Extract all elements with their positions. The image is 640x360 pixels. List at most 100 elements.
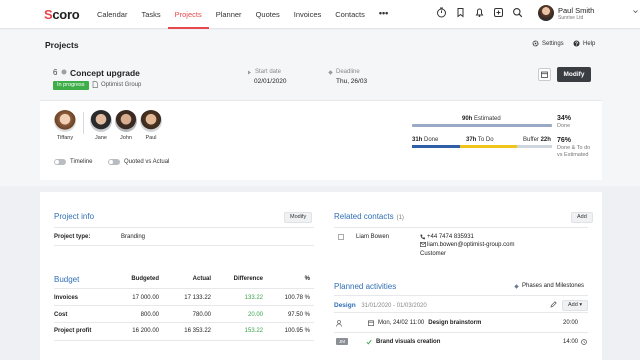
play-icon [248,70,251,74]
nav-item-projects[interactable]: Projects [167,0,209,29]
member-name: John [120,135,132,141]
quoted-vs-actual-toggle[interactable]: Quoted vs Actual [108,159,169,165]
contact-email[interactable]: liam.bowen@optimist-group.com [427,242,514,248]
done-todo-percent: 76% [557,137,572,144]
divider [54,227,314,228]
activity-time: 14:00 [563,339,579,345]
divider [54,288,314,289]
add-contact-button[interactable]: Add [571,212,593,223]
team-member[interactable]: Tiffany [50,110,80,141]
edit-icon[interactable] [550,301,557,308]
buffer-hours: Buffer 22h [523,137,551,143]
divider [334,295,588,296]
more-menu-button[interactable]: ••• [372,0,395,29]
phases-milestones-link[interactable]: Phases and Milestones [514,283,584,289]
clock-icon [581,339,587,345]
user-name: Paul Smith [558,6,595,15]
avatar [54,110,76,132]
calendar-icon [541,71,548,78]
buffer-segment [516,145,552,148]
nav-item-calendar[interactable]: Calendar [90,0,134,29]
activity-date: Mon, 24/02 11:00 [378,320,425,326]
scoro-logo[interactable]: Scoro [44,7,80,22]
budget-cell: 800.00 [140,312,159,318]
budget-header-percent: % [304,276,310,282]
help-label: Help [583,40,596,47]
budget-cell: 97.50 % [287,312,310,318]
start-date-value: 02/01/2020 [254,78,287,85]
activity-time: 20:00 [563,320,579,326]
done-hours: 31h Done [412,137,439,143]
toggle-label: Quoted vs Actual [124,159,170,165]
contact-name[interactable]: Liam Bowen [356,234,389,240]
nav-item-contacts[interactable]: Contacts [328,0,372,29]
add-activity-button[interactable]: Add ▾ [562,300,589,311]
settings-link[interactable]: Settings [532,40,564,47]
budget-header-budgeted: Budgeted [131,276,159,282]
calendar-icon [368,320,374,326]
check-icon[interactable] [366,339,372,345]
budget-cell: 16 200.00 [132,328,159,334]
bookmark-icon[interactable] [455,7,466,18]
diamond-icon [514,283,519,289]
contact-phone[interactable]: +44 7474 835931 [427,234,474,240]
activity-row[interactable]: Mon, 24/02 11:00 Design brainstorm [368,320,481,326]
activity-row[interactable]: Brand visuals creation [366,339,440,345]
member-name: Jane [95,135,107,141]
phase-header[interactable]: Design 31/01/2020 - 01/03/2020 [334,302,427,309]
project-status-dot-icon [61,69,67,75]
search-icon[interactable] [512,7,523,18]
phase-dates: 31/01/2020 - 01/03/2020 [361,303,427,309]
timer-icon[interactable] [436,7,447,18]
divider [334,332,588,333]
help-icon: ? [573,40,580,47]
budget-title: Budget [54,275,80,284]
nav-item-invoices[interactable]: Invoices [287,0,329,29]
done-percent-label: Done [557,123,571,129]
project-info-title: Project info [54,212,95,221]
activity-name: Brand visuals creation [376,339,441,345]
page-title: Projects [45,40,79,50]
phase-name: Design [334,302,356,309]
budget-cell: 100.95 % [284,328,310,334]
budget-row-label: Invoices [54,295,79,301]
todo-hours: 37h To Do [466,137,494,143]
diamond-icon [328,69,333,75]
top-navigation: Scoro Calendar Tasks Projects Planner Qu… [0,0,640,29]
bell-icon[interactable] [474,7,485,18]
budget-cell: 16 353.22 [184,328,211,334]
budget-cell: 17 133.22 [184,295,211,301]
toggle-label: Timeline [70,159,93,165]
budget-row-label: Cost [54,312,68,318]
project-name: Concept upgrade [70,68,140,78]
nav-item-quotes[interactable]: Quotes [249,0,287,29]
timeline-toggle[interactable]: Timeline [54,159,92,165]
done-percent: 34% [557,115,572,122]
client-link[interactable]: Optimist Group [92,81,141,88]
team-member[interactable]: Paul [136,110,166,141]
checkbox-icon[interactable] [338,234,344,240]
user-menu[interactable]: Paul Smith Sunrise Ltd [538,5,638,24]
budget-cell: 780.00 [192,312,211,318]
modify-project-button[interactable]: Modify [557,67,591,82]
divider [334,312,588,313]
estimated-bar [412,124,552,127]
member-name: Paul [145,135,157,141]
modify-info-button[interactable]: Modify [284,212,313,223]
phone-icon [420,234,425,240]
budget-row-label: Project profit [54,328,92,334]
divider [54,322,314,323]
todo-segment [459,145,517,148]
nav-icon-bar [436,7,523,18]
budget-header-actual: Actual [192,276,211,282]
avatar [538,5,554,21]
nav-item-tasks[interactable]: Tasks [134,0,167,29]
gear-icon [532,40,539,47]
hours-bar [412,145,552,148]
toggle-switch[interactable] [54,159,66,165]
nav-item-planner[interactable]: Planner [209,0,249,29]
help-link[interactable]: ? Help [573,40,595,47]
toggle-switch[interactable] [108,159,120,165]
add-icon[interactable] [493,7,504,18]
calendar-button[interactable] [538,68,551,81]
